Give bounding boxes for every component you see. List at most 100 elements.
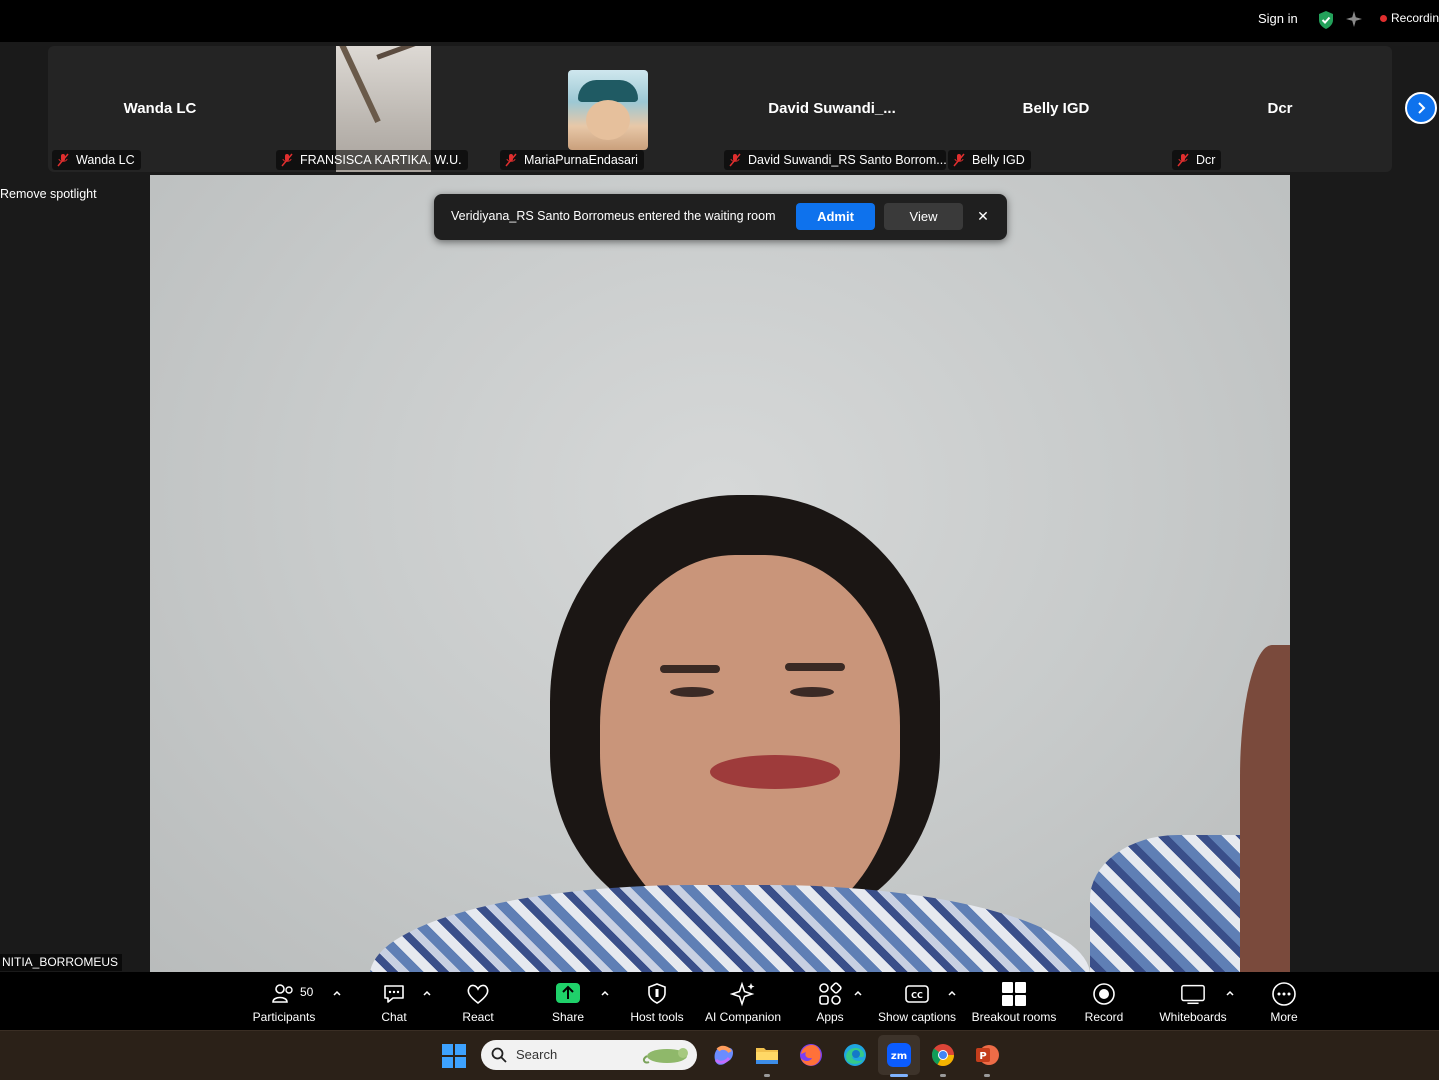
participant-name: David Suwandi_RS Santo Borrom... <box>748 153 946 167</box>
participant-name: Belly IGD <box>972 153 1025 167</box>
participant-avatar <box>568 70 648 150</box>
active-indicator <box>890 1074 908 1077</box>
chat-label: Chat <box>381 1010 407 1024</box>
next-page-button[interactable] <box>1405 92 1437 124</box>
participant-name-tag: Belly IGD <box>948 150 1031 170</box>
show-captions-label: Show captions <box>877 1010 957 1024</box>
react-label: React <box>462 1010 494 1024</box>
recording-dot-icon <box>1380 15 1387 22</box>
participant-name-tag: MariaPurnaEndasari <box>500 150 644 170</box>
react-button[interactable]: React <box>458 972 498 1030</box>
chevron-right-icon <box>1418 102 1426 114</box>
ai-companion-label: AI Companion <box>704 1010 782 1024</box>
more-label: More <box>1270 1010 1298 1024</box>
chevron-up-icon[interactable] <box>600 988 610 998</box>
host-tools-label: Host tools <box>630 1010 684 1024</box>
participants-count: 50 <box>300 985 314 999</box>
ai-sparkle-icon[interactable] <box>1345 10 1363 28</box>
participant-tile[interactable]: David Suwandi_... David Suwandi_RS Santo… <box>720 46 946 172</box>
chevron-up-icon[interactable] <box>332 988 342 998</box>
running-indicator <box>984 1074 990 1077</box>
participant-name: FRANSISCA KARTIKA. W.U. <box>300 153 462 167</box>
breakout-rooms-button[interactable]: Breakout rooms <box>970 972 1058 1030</box>
search-icon <box>491 1047 507 1063</box>
zoom-app-icon[interactable]: zm <box>886 1042 912 1068</box>
edge-icon[interactable] <box>842 1042 868 1068</box>
participant-display-name: David Suwandi_... <box>768 100 896 117</box>
chrome-icon[interactable] <box>930 1042 956 1068</box>
taskbar-search-input[interactable]: Search <box>481 1040 697 1070</box>
whiteboard-icon <box>1181 984 1205 1005</box>
ai-sparkle-icon <box>730 981 755 1007</box>
apps-button[interactable]: Apps <box>810 972 850 1030</box>
closed-captions-icon: CC <box>905 985 929 1003</box>
chevron-up-icon[interactable] <box>422 988 432 998</box>
participant-name-tag: Wanda LC <box>52 150 141 170</box>
share-button[interactable]: Share <box>548 972 588 1030</box>
share-label: Share <box>551 1010 585 1024</box>
apps-icon <box>819 982 842 1005</box>
participant-name: Dcr <box>1196 153 1216 167</box>
mic-muted-icon <box>281 153 293 167</box>
chameleon-icon <box>642 1048 688 1064</box>
chevron-up-icon[interactable] <box>853 988 863 998</box>
whiteboards-button[interactable]: Whiteboards <box>1158 972 1228 1030</box>
windows-start-icon[interactable] <box>441 1043 467 1069</box>
heart-icon <box>467 984 489 1005</box>
waiting-room-notification: Veridiyana_RS Santo Borromeus entered th… <box>434 194 1007 240</box>
file-explorer-icon[interactable] <box>754 1042 780 1068</box>
participant-tile[interactable]: Dcr Dcr <box>1168 46 1392 172</box>
ai-companion-button[interactable]: AI Companion <box>705 972 781 1030</box>
breakout-rooms-label: Breakout rooms <box>971 1010 1057 1024</box>
show-captions-button[interactable]: CC Show captions <box>877 972 957 1030</box>
more-button[interactable]: More <box>1264 972 1304 1030</box>
mic-muted-icon <box>505 153 517 167</box>
running-indicator <box>764 1074 770 1077</box>
participant-name: MariaPurnaEndasari <box>524 153 638 167</box>
powerpoint-icon[interactable]: P <box>974 1042 1000 1068</box>
record-icon <box>1093 983 1115 1005</box>
participant-name-tag: David Suwandi_RS Santo Borrom... <box>724 150 946 170</box>
chevron-up-icon[interactable] <box>947 988 957 998</box>
admit-button[interactable]: Admit <box>796 203 875 230</box>
notification-message: Veridiyana_RS Santo Borromeus entered th… <box>451 209 776 223</box>
meeting-toolbar: Participants 50 Chat React Share Host to… <box>0 972 1439 1030</box>
mic-muted-icon <box>57 153 69 167</box>
apps-label: Apps <box>816 1010 844 1024</box>
chevron-up-icon[interactable] <box>1225 988 1235 998</box>
main-speaker-video <box>150 175 1290 972</box>
shield-check-icon[interactable] <box>1317 10 1335 30</box>
record-button[interactable]: Record <box>1083 972 1125 1030</box>
mic-muted-icon <box>729 153 741 167</box>
windows-taskbar: Search zm P <box>0 1030 1439 1080</box>
chat-button[interactable]: Chat <box>374 972 414 1030</box>
shield-icon <box>648 983 666 1004</box>
firefox-icon[interactable] <box>798 1042 824 1068</box>
search-placeholder: Search <box>516 1047 558 1062</box>
participant-tile[interactable]: Belly IGD Belly IGD <box>944 46 1168 172</box>
participant-display-name: Dcr <box>1267 100 1293 117</box>
more-icon <box>1272 982 1296 1006</box>
participants-button[interactable]: Participants <box>253 972 315 1030</box>
copilot-icon[interactable] <box>710 1042 736 1068</box>
participant-tile[interactable]: Wanda LC Wanda LC <box>48 46 272 172</box>
mic-muted-icon <box>953 153 965 167</box>
participant-display-name: Belly IGD <box>1022 100 1090 117</box>
host-tools-button[interactable]: Host tools <box>628 972 686 1030</box>
remove-spotlight-button[interactable]: Remove spotlight <box>0 187 97 201</box>
breakout-rooms-icon <box>1002 982 1026 1006</box>
svg-text:P: P <box>979 1051 986 1062</box>
participant-display-name: Wanda LC <box>123 100 197 117</box>
spotlight-name-tag: NITIA_BORROMEUS <box>0 954 123 971</box>
recording-label[interactable]: Recordin <box>1391 11 1439 25</box>
participant-name: Wanda LC <box>76 153 135 167</box>
participant-name-tag: Dcr <box>1172 150 1222 170</box>
sign-in-link[interactable]: Sign in <box>1258 11 1298 26</box>
share-screen-icon <box>556 983 580 1003</box>
view-button[interactable]: View <box>884 203 963 230</box>
record-label: Record <box>1084 1010 1124 1024</box>
participant-filmstrip: Wanda LC Wanda LC FRANSISCA KARTIKA. W.U… <box>48 46 1392 172</box>
close-icon[interactable]: ✕ <box>974 207 992 225</box>
running-indicator <box>940 1074 946 1077</box>
participants-label: Participants <box>252 1010 316 1024</box>
